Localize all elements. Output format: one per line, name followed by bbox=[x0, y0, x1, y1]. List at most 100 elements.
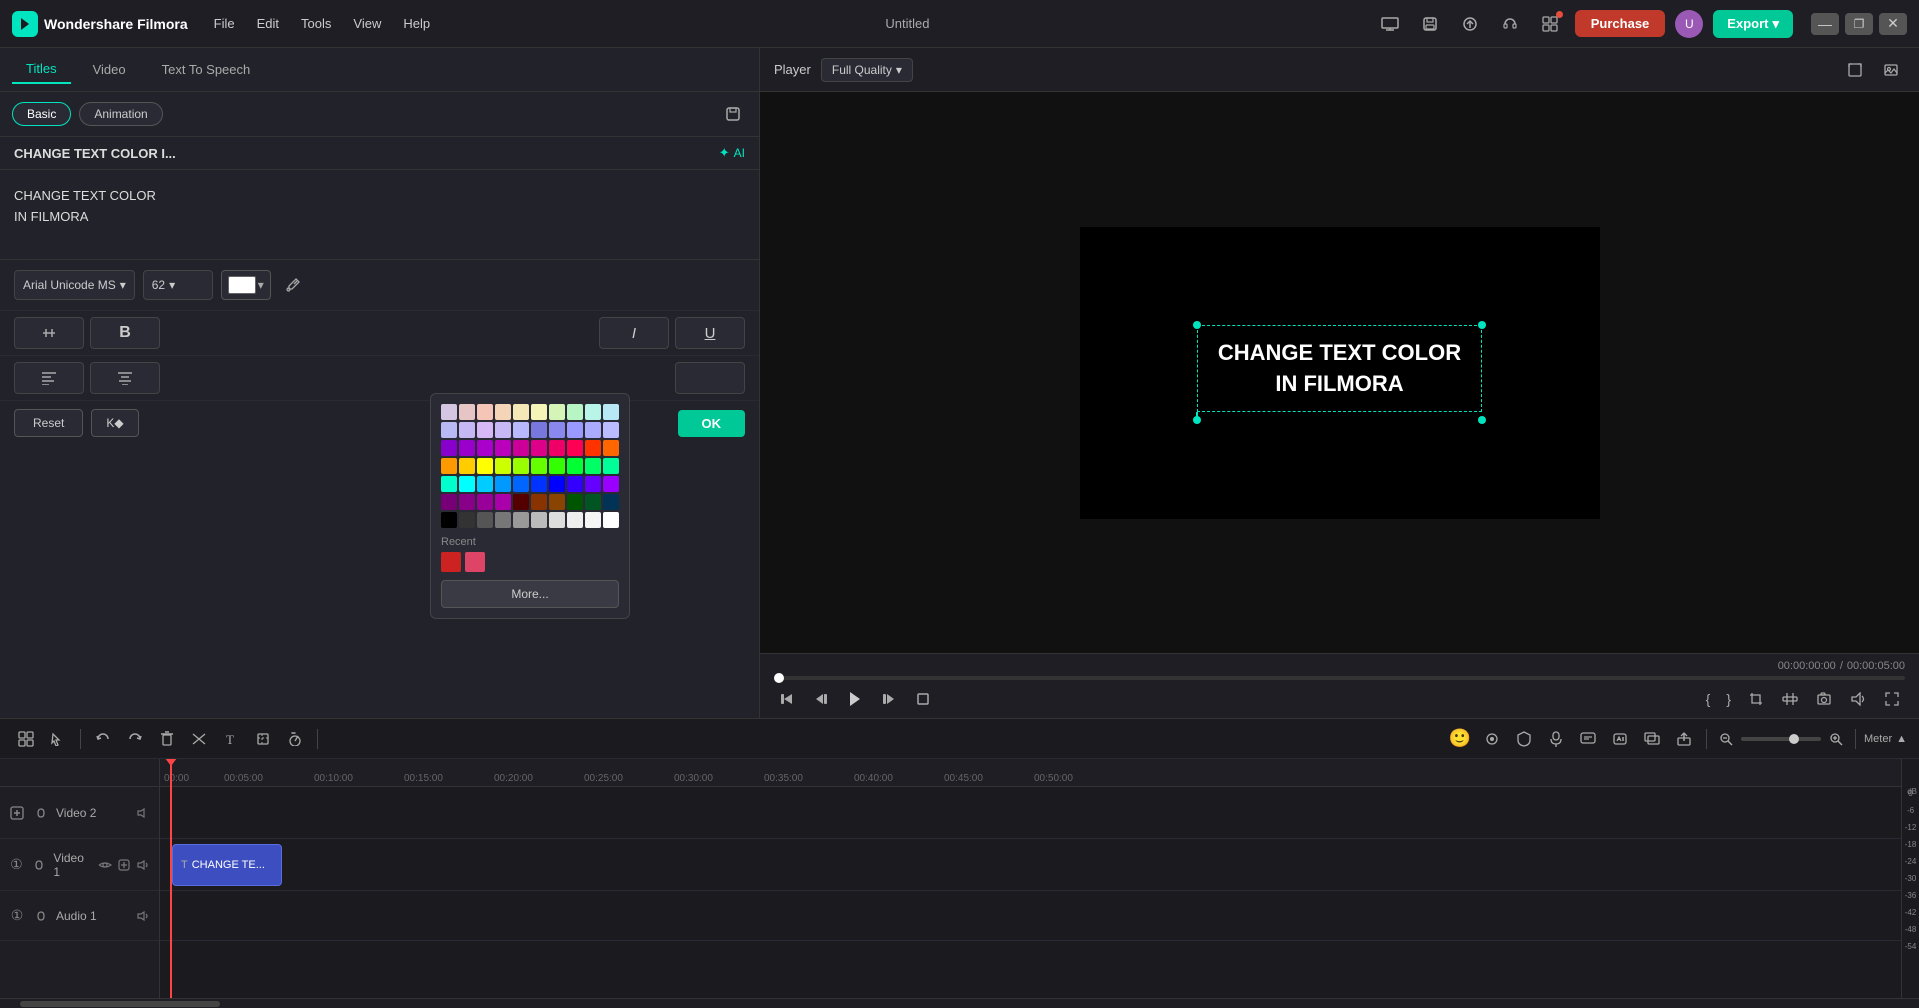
color-cell[interactable] bbox=[513, 512, 529, 528]
color-cell[interactable] bbox=[567, 494, 583, 510]
color-cell[interactable] bbox=[477, 476, 493, 492]
align-center-button[interactable] bbox=[90, 362, 160, 394]
color-cell[interactable] bbox=[513, 404, 529, 420]
color-cell[interactable] bbox=[603, 494, 619, 510]
playhead[interactable] bbox=[170, 759, 172, 998]
color-cell[interactable] bbox=[441, 404, 457, 420]
tl-ai2-icon[interactable] bbox=[1606, 725, 1634, 753]
color-cell[interactable] bbox=[531, 440, 547, 456]
bold-button[interactable]: B bbox=[90, 317, 160, 349]
zoom-thumb[interactable] bbox=[1789, 734, 1799, 744]
export-button[interactable]: Export ▾ bbox=[1713, 10, 1793, 38]
menu-tools[interactable]: Tools bbox=[291, 12, 341, 35]
color-cell[interactable] bbox=[549, 458, 565, 474]
menu-view[interactable]: View bbox=[343, 12, 391, 35]
progress-thumb[interactable] bbox=[774, 673, 784, 683]
zoom-slider[interactable] bbox=[1741, 737, 1821, 741]
purchase-button[interactable]: Purchase bbox=[1575, 10, 1666, 37]
tl-zoom-in-icon[interactable] bbox=[1825, 728, 1847, 750]
reset-button[interactable]: Reset bbox=[14, 409, 83, 437]
topbar-screen-icon[interactable] bbox=[1375, 9, 1405, 39]
color-cell[interactable] bbox=[567, 440, 583, 456]
handle-top-right[interactable] bbox=[1478, 321, 1486, 329]
color-cell[interactable] bbox=[477, 404, 493, 420]
skip-back-icon[interactable] bbox=[774, 686, 800, 712]
color-picker-button[interactable]: ▾ bbox=[221, 270, 271, 300]
color-cell[interactable] bbox=[603, 512, 619, 528]
fullscreen-icon[interactable] bbox=[1879, 686, 1905, 712]
topbar-grid-icon[interactable] bbox=[1535, 9, 1565, 39]
align-left-button[interactable] bbox=[14, 362, 84, 394]
color-cell[interactable] bbox=[495, 476, 511, 492]
color-cell[interactable] bbox=[477, 440, 493, 456]
color-cell[interactable] bbox=[603, 422, 619, 438]
tl-mic-icon[interactable] bbox=[1542, 725, 1570, 753]
track-eye-v1[interactable] bbox=[97, 857, 113, 873]
tl-chat-icon[interactable] bbox=[1574, 725, 1602, 753]
color-cell[interactable] bbox=[567, 458, 583, 474]
color-cell[interactable] bbox=[513, 476, 529, 492]
color-cell[interactable] bbox=[531, 476, 547, 492]
track-group-icon-a[interactable]: ① bbox=[8, 907, 26, 925]
track-vol-a1[interactable] bbox=[135, 908, 151, 924]
topbar-upload-icon[interactable] bbox=[1455, 9, 1485, 39]
color-cell[interactable] bbox=[549, 404, 565, 420]
color-cell[interactable] bbox=[585, 476, 601, 492]
color-cell[interactable] bbox=[459, 476, 475, 492]
maximize-button[interactable]: ❐ bbox=[1845, 13, 1873, 35]
color-cell[interactable] bbox=[549, 422, 565, 438]
step-back-icon[interactable] bbox=[808, 686, 834, 712]
track-group-icon[interactable]: ① bbox=[8, 856, 25, 874]
font-size-select[interactable]: 62 ▾ bbox=[143, 270, 213, 300]
color-cell[interactable] bbox=[441, 512, 457, 528]
menu-edit[interactable]: Edit bbox=[247, 12, 289, 35]
animation-btn[interactable]: Animation bbox=[79, 102, 162, 126]
timeline-scrollbar[interactable] bbox=[0, 998, 1919, 1008]
tl-shield-icon[interactable] bbox=[1510, 725, 1538, 753]
play-icon[interactable] bbox=[842, 686, 868, 712]
recent-color-2[interactable] bbox=[465, 552, 485, 572]
audio-icon[interactable] bbox=[1845, 686, 1871, 712]
minimize-button[interactable]: — bbox=[1811, 13, 1839, 35]
player-fit-icon[interactable] bbox=[1841, 56, 1869, 84]
color-cell[interactable] bbox=[441, 458, 457, 474]
underline-button[interactable]: U bbox=[675, 317, 745, 349]
bracket-right[interactable]: } bbox=[1722, 691, 1735, 707]
track-link-icon-v2[interactable] bbox=[32, 804, 50, 822]
tl-crop-icon[interactable] bbox=[249, 725, 277, 753]
tl-select-icon[interactable] bbox=[44, 725, 72, 753]
screenshot-icon[interactable] bbox=[1811, 686, 1837, 712]
font-family-select[interactable]: Arial Unicode MS ▾ bbox=[14, 270, 135, 300]
color-cell[interactable] bbox=[513, 440, 529, 456]
italic-button[interactable]: I bbox=[599, 317, 669, 349]
eyedropper-button[interactable] bbox=[279, 271, 307, 299]
tl-effect-icon[interactable] bbox=[1478, 725, 1506, 753]
color-cell[interactable] bbox=[585, 440, 601, 456]
color-cell[interactable] bbox=[459, 404, 475, 420]
color-cell[interactable] bbox=[441, 422, 457, 438]
menu-file[interactable]: File bbox=[204, 12, 245, 35]
track-add-icon[interactable] bbox=[8, 804, 26, 822]
ai-button[interactable]: ✦ AI bbox=[719, 145, 745, 161]
color-cell[interactable] bbox=[477, 512, 493, 528]
color-cell[interactable] bbox=[549, 494, 565, 510]
track-link-icon-v1[interactable] bbox=[31, 856, 48, 874]
meter-chevron-icon[interactable]: ▲ bbox=[1896, 733, 1907, 745]
track-link-icon-a1[interactable] bbox=[32, 907, 50, 925]
menu-help[interactable]: Help bbox=[393, 12, 440, 35]
color-cell[interactable] bbox=[585, 458, 601, 474]
tab-video[interactable]: Video bbox=[79, 56, 140, 83]
color-cell[interactable] bbox=[567, 422, 583, 438]
quality-select[interactable]: Full Quality ▾ bbox=[821, 58, 913, 82]
trim-icon[interactable] bbox=[1777, 686, 1803, 712]
color-cell[interactable] bbox=[495, 458, 511, 474]
k-button[interactable]: K◆ bbox=[91, 409, 138, 437]
tl-text-icon[interactable]: T bbox=[217, 725, 245, 753]
tl-cut-icon[interactable] bbox=[185, 725, 213, 753]
stop-icon[interactable] bbox=[910, 686, 936, 712]
color-cell[interactable] bbox=[549, 476, 565, 492]
strikethrough-button[interactable] bbox=[14, 317, 84, 349]
track-add-v1[interactable] bbox=[116, 857, 132, 873]
color-cell[interactable] bbox=[567, 512, 583, 528]
color-cell[interactable] bbox=[513, 458, 529, 474]
